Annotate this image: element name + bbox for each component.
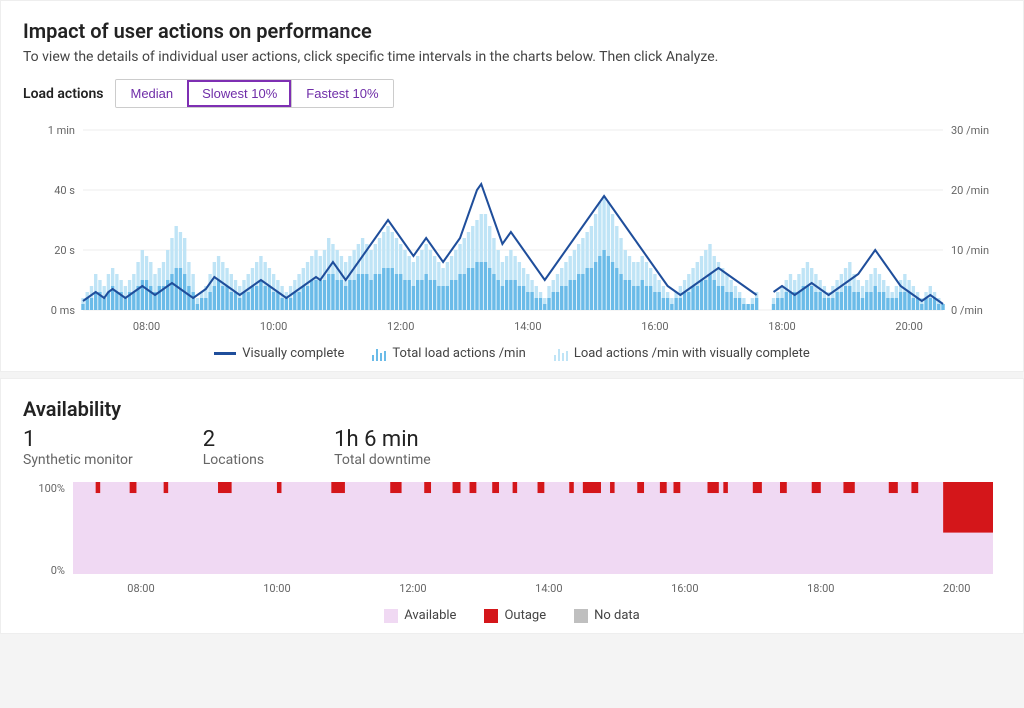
metric-monitor: 1 Synthetic monitor <box>23 427 133 468</box>
availability-chart[interactable]: 100% 0% 08:00 10:00 12:00 14:00 16:00 18:00 20:0… <box>23 482 1001 602</box>
line-swatch-icon <box>214 352 236 355</box>
svg-text:10:00: 10:00 <box>263 582 290 595</box>
bars-swatch-light-icon <box>554 347 568 361</box>
availability-panel: Availability 1 Synthetic monitor 2 Locat… <box>0 378 1024 634</box>
filter-median-button[interactable]: Median <box>116 80 187 107</box>
filter-label: Load actions <box>23 86 103 102</box>
svg-text:1 min: 1 min <box>48 124 75 137</box>
svg-text:08:00: 08:00 <box>127 582 154 595</box>
svg-text:40 s: 40 s <box>54 184 75 197</box>
svg-text:0 ms: 0 ms <box>51 304 76 317</box>
svg-text:20 s: 20 s <box>54 244 75 257</box>
svg-text:16:00: 16:00 <box>641 320 668 333</box>
outage-swatch-icon <box>484 609 498 623</box>
svg-text:0 /min: 0 /min <box>951 304 983 317</box>
impact-panel: Impact of user actions on performance To… <box>0 0 1024 372</box>
available-swatch-icon <box>384 609 398 623</box>
availability-legend: Available Outage No data <box>23 608 1001 623</box>
filter-row: Load actions Median Slowest 10% Fastest … <box>23 79 1001 108</box>
impact-title: Impact of user actions on performance <box>23 19 1001 43</box>
svg-text:20:00: 20:00 <box>895 320 922 333</box>
svg-text:12:00: 12:00 <box>399 582 426 595</box>
legend-visually-complete: Visually complete <box>214 346 344 361</box>
availability-metrics: 1 Synthetic monitor 2 Locations 1h 6 min… <box>23 427 1001 468</box>
svg-text:18:00: 18:00 <box>768 320 795 333</box>
filter-slowest-button[interactable]: Slowest 10% <box>187 80 291 107</box>
svg-text:30 /min: 30 /min <box>951 124 989 137</box>
legend-vc-load: Load actions /min with visually complete <box>554 346 810 361</box>
availability-title: Availability <box>23 397 1001 421</box>
metric-downtime: 1h 6 min Total downtime <box>334 427 431 468</box>
impact-legend: Visually complete Total load actions /mi… <box>23 346 1001 361</box>
svg-text:14:00: 14:00 <box>514 320 541 333</box>
filter-fastest-button[interactable]: Fastest 10% <box>291 80 392 107</box>
svg-text:18:00: 18:00 <box>807 582 834 595</box>
nodata-swatch-icon <box>574 609 588 623</box>
legend-nodata: No data <box>574 608 640 623</box>
svg-text:16:00: 16:00 <box>671 582 698 595</box>
svg-text:12:00: 12:00 <box>387 320 414 333</box>
impact-chart[interactable]: 0 ms 20 s 40 s 1 min 0 /min 10 /min 20 /min 30 … <box>23 120 1001 340</box>
svg-text:20:00: 20:00 <box>943 582 970 595</box>
legend-total-load: Total load actions /min <box>372 346 525 361</box>
svg-text:10 /min: 10 /min <box>951 244 989 257</box>
legend-available: Available <box>384 608 456 623</box>
impact-subtitle: To view the details of individual user a… <box>23 49 1001 65</box>
svg-text:100%: 100% <box>38 482 65 495</box>
legend-outage: Outage <box>484 608 546 623</box>
svg-text:14:00: 14:00 <box>535 582 562 595</box>
svg-text:10:00: 10:00 <box>260 320 287 333</box>
svg-text:20 /min: 20 /min <box>951 184 989 197</box>
filter-group: Median Slowest 10% Fastest 10% <box>115 79 393 108</box>
metric-locations: 2 Locations <box>203 427 264 468</box>
svg-text:0%: 0% <box>51 564 65 577</box>
bars-swatch-icon <box>372 347 386 361</box>
svg-text:08:00: 08:00 <box>133 320 160 333</box>
